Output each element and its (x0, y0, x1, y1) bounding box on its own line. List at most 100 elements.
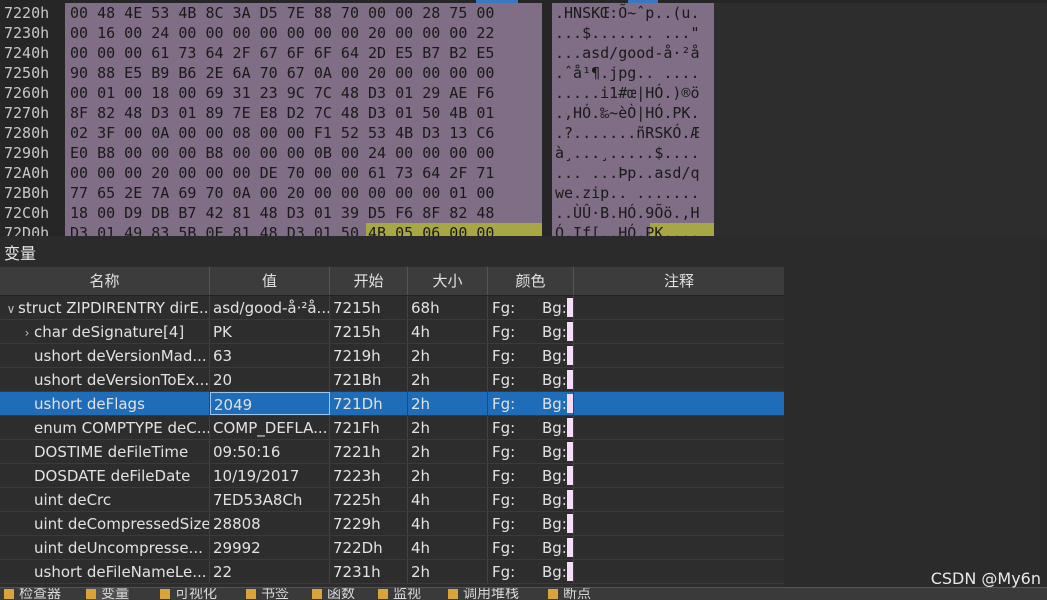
cell-color[interactable]: Fg: Bg: (488, 296, 574, 319)
cell-color[interactable]: Fg: Bg: (488, 344, 574, 367)
bg-color-swatch[interactable] (567, 370, 573, 389)
bg-color-swatch[interactable] (567, 346, 573, 365)
cell-name[interactable]: ushort deFileNameLe... (0, 560, 210, 583)
hex-bytes[interactable]: 00 01 00 18 00 69 31 23 9C 7C 48 D3 01 2… (70, 83, 494, 103)
cell-color[interactable]: Fg: Bg: (488, 392, 574, 415)
hex-row[interactable]: 7230h 00 16 00 24 00 00 00 00 00 00 00 20… (0, 23, 1047, 43)
cell-name[interactable]: ushort deFlags (0, 392, 210, 415)
expand-toggle-icon[interactable]: › (20, 321, 34, 343)
hex-ascii[interactable]: .ˆå¹¶.jpg.. .... (555, 63, 714, 83)
bg-color-swatch[interactable] (567, 394, 573, 413)
cell-comment[interactable] (574, 488, 784, 511)
tab-bookmark[interactable]: 书签 (246, 587, 289, 600)
cell-color[interactable]: Fg: Bg: (488, 560, 574, 583)
bg-color-swatch[interactable] (567, 562, 573, 581)
cell-comment[interactable] (574, 320, 784, 343)
hex-bytes[interactable]: 00 16 00 24 00 00 00 00 00 00 00 20 00 0… (70, 23, 494, 43)
hex-bytes[interactable]: 00 00 00 61 73 64 2F 67 6F 6F 64 2D E5 B… (70, 43, 494, 63)
bg-color-swatch[interactable] (567, 442, 573, 461)
bg-color-swatch[interactable] (567, 298, 573, 317)
hex-bytes[interactable]: 18 00 D9 DB B7 42 81 48 D3 01 39 D5 F6 8… (70, 203, 494, 223)
header-name[interactable]: 名称 (0, 267, 210, 295)
table-row[interactable]: ushort deFileNameLe... 22 7231h 2h Fg: Bg: (0, 560, 784, 584)
cell-value[interactable]: asd/good-å·²å... (210, 296, 330, 319)
cell-value[interactable]: 09:50:16 (210, 440, 330, 463)
header-start[interactable]: 开始 (330, 267, 408, 295)
hex-ascii[interactable]: ...asd/good-å·²å (555, 43, 714, 63)
hex-ascii[interactable]: .....i1#œ|HÓ.)®ö (555, 83, 714, 103)
table-row[interactable]: DOSDATE deFileDate 10/19/2017 7223h 2h Fg: Bg… (0, 464, 784, 488)
hex-bytes[interactable]: 02 3F 00 0A 00 00 08 00 00 F1 52 53 4B D… (70, 123, 494, 143)
hex-ascii[interactable]: ..ÙÛ·B.HÓ.9Õö.‚H (555, 203, 714, 223)
table-row[interactable]: DOSTIME deFileTime 09:50:16 7221h 2h Fg: Bg: (0, 440, 784, 464)
bg-color-swatch[interactable] (567, 418, 573, 437)
tab-lightning[interactable]: 检查器 (4, 587, 61, 600)
bg-color-swatch[interactable] (567, 490, 573, 509)
header-value[interactable]: 值 (210, 267, 330, 295)
hex-row[interactable]: 72B0h 77 65 2E 7A 69 70 0A 00 20 00 00 00… (0, 183, 1047, 203)
cell-color[interactable]: Fg: Bg: (488, 464, 574, 487)
cell-value[interactable]: 29992 (210, 536, 330, 559)
hex-ascii[interactable]: Ó.Iƒ[..HÓ.PK.... (555, 223, 714, 236)
tab-watch[interactable]: 监视 (378, 587, 421, 600)
table-row[interactable]: ushort deVersionMad... 63 7219h 2h Fg: Bg: (0, 344, 784, 368)
cell-name[interactable]: › char deSignature[4] (0, 320, 210, 343)
hex-row[interactable]: 7240h 00 00 00 61 73 64 2F 67 6F 6F 64 2D… (0, 43, 1047, 63)
table-row[interactable]: uint deCrc 7ED53A8Ch 7225h 4h Fg: Bg: (0, 488, 784, 512)
table-row[interactable]: uint deUncompresse... 29992 722Dh 4h Fg: Bg: (0, 536, 784, 560)
cell-color[interactable]: Fg: Bg: (488, 536, 574, 559)
hex-bytes[interactable]: 00 48 4E 53 4B 8C 3A D5 7E 88 70 00 00 2… (70, 3, 494, 23)
cell-value[interactable]: 7ED53A8Ch (210, 488, 330, 511)
cell-comment[interactable] (574, 344, 784, 367)
cell-comment[interactable] (574, 536, 784, 559)
cell-comment[interactable] (574, 440, 784, 463)
cell-color[interactable]: Fg: Bg: (488, 440, 574, 463)
hex-bytes[interactable]: 8F 82 48 D3 01 89 7E E8 D2 7C 48 D3 01 5… (70, 103, 494, 123)
cell-comment[interactable] (574, 296, 784, 319)
table-row[interactable]: ∨ struct ZIPDIRENTRY dirE... asd/good-å·²å… (0, 296, 784, 320)
table-row[interactable]: enum COMPTYPE deC... COMP_DEFLA... 721Fh 2h… (0, 416, 784, 440)
cell-comment[interactable] (574, 416, 784, 439)
cell-name[interactable]: uint deCompressedSize (0, 512, 210, 535)
cell-comment[interactable] (574, 560, 784, 583)
table-row[interactable]: uint deCompressedSize 28808 7229h 4h Fg: Bg: (0, 512, 784, 536)
cell-value[interactable]: 10/19/2017 (210, 464, 330, 487)
table-row[interactable]: ushort deFlags 2049 721Dh 2h Fg: Bg: (0, 392, 784, 416)
hex-ascii[interactable]: à¸...¸.....$.... (555, 143, 714, 163)
hex-bytes[interactable]: 00 00 00 20 00 00 00 DE 70 00 00 61 73 6… (70, 163, 494, 183)
hex-row[interactable]: 7260h 00 01 00 18 00 69 31 23 9C 7C 48 D3… (0, 83, 1047, 103)
hex-row[interactable]: 72A0h 00 00 00 20 00 00 00 DE 70 00 00 61… (0, 163, 1047, 183)
cell-color[interactable]: Fg: Bg: (488, 416, 574, 439)
cell-value[interactable]: 28808 (210, 512, 330, 535)
cell-color[interactable]: Fg: Bg: (488, 488, 574, 511)
tab-breakpoint[interactable]: 断点 (548, 587, 591, 600)
table-row[interactable]: › char deSignature[4] PK 7215h 4h Fg: Bg: (0, 320, 784, 344)
cell-name[interactable]: uint deCrc (0, 488, 210, 511)
hex-bytes[interactable]: 77 65 2E 7A 69 70 0A 00 20 00 00 00 00 0… (70, 183, 494, 203)
cell-comment[interactable] (574, 392, 784, 415)
hex-bytes[interactable]: D3 01 49 83 5B 0E 81 48 D3 01 50 4B 05 0… (70, 223, 494, 236)
cell-comment[interactable] (574, 368, 784, 391)
hex-ascii[interactable]: .?.......ñRSKÓ.Æ (555, 123, 714, 143)
cell-name[interactable]: DOSDATE deFileDate (0, 464, 210, 487)
bg-color-swatch[interactable] (567, 514, 573, 533)
expand-toggle-icon[interactable]: ∨ (4, 297, 18, 319)
hex-ascii[interactable]: we.zip.. ....... (555, 183, 714, 203)
cell-comment[interactable] (574, 512, 784, 535)
hex-row[interactable]: 7250h 90 88 E5 B9 B6 2E 6A 70 67 0A 00 20… (0, 63, 1047, 83)
tab-visualize[interactable]: 可视化 (160, 587, 217, 600)
cell-color[interactable]: Fg: Bg: (488, 512, 574, 535)
cell-value[interactable]: 20 (210, 368, 330, 391)
cell-name[interactable]: ushort deVersionMad... (0, 344, 210, 367)
hex-bytes[interactable]: E0 B8 00 00 00 B8 00 00 00 0B 00 24 00 0… (70, 143, 494, 163)
cell-value[interactable]: PK (210, 320, 330, 343)
cell-color[interactable]: Fg: Bg: (488, 320, 574, 343)
cell-value[interactable]: 22 (210, 560, 330, 583)
tab-function[interactable]: 函数 (312, 587, 355, 600)
hex-row[interactable]: 7270h 8F 82 48 D3 01 89 7E E8 D2 7C 48 D3… (0, 103, 1047, 123)
hex-row[interactable]: 7290h E0 B8 00 00 00 B8 00 00 00 0B 00 24… (0, 143, 1047, 163)
hex-ascii[interactable]: ...$....... ..." (555, 23, 714, 43)
cell-name[interactable]: enum COMPTYPE deC... (0, 416, 210, 439)
cell-color[interactable]: Fg: Bg: (488, 368, 574, 391)
tab-variables[interactable]: 变量 (86, 587, 129, 600)
